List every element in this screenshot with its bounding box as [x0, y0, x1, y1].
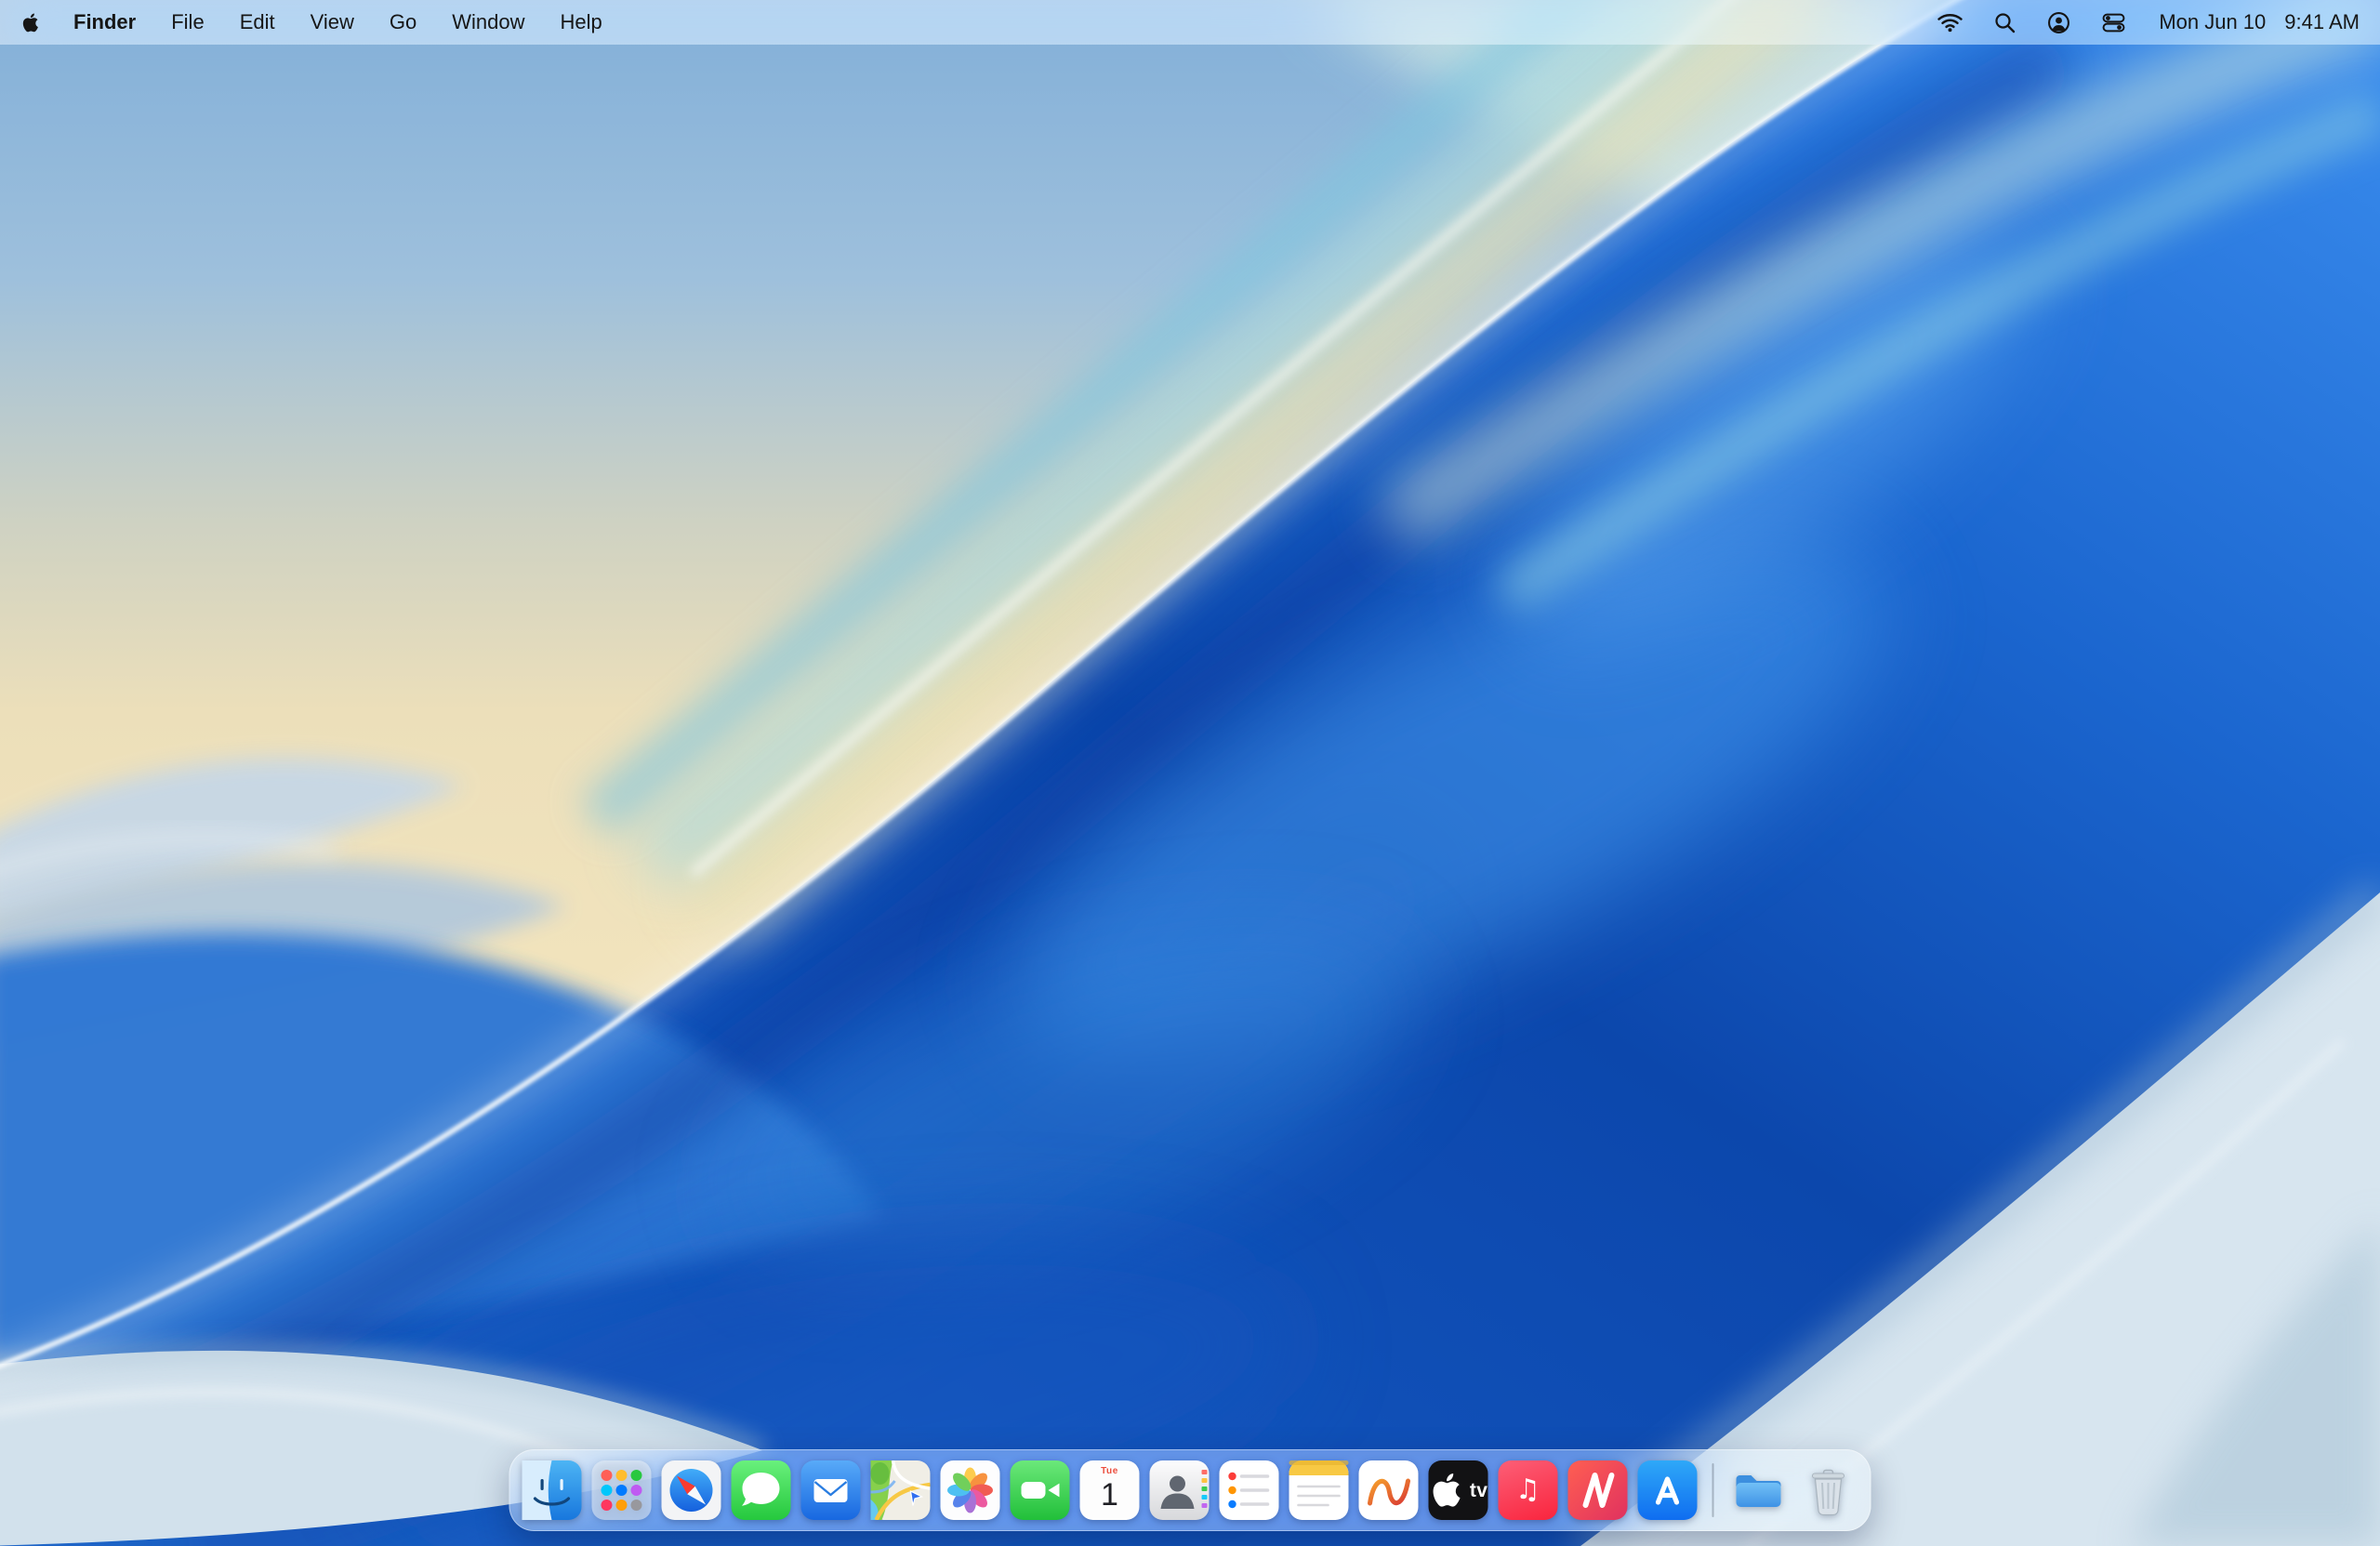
clock-time: 9:41 AM [2284, 10, 2360, 34]
desktop-wallpaper [0, 0, 2380, 1546]
dock-icon-contacts[interactable] [1150, 1460, 1210, 1520]
apple-menu[interactable] [20, 12, 42, 33]
dock-icon-safari[interactable] [662, 1460, 721, 1520]
dock-icon-news[interactable] [1568, 1460, 1628, 1520]
menu-item-finder[interactable]: Finder [73, 10, 136, 34]
menu-item-view[interactable]: View [311, 10, 354, 34]
spotlight-search-icon[interactable] [1994, 12, 2016, 33]
menu-item-edit[interactable]: Edit [240, 10, 275, 34]
menu-item-help[interactable]: Help [561, 10, 602, 34]
maps-icon [871, 1460, 931, 1520]
menu-item-window[interactable]: Window [452, 10, 524, 34]
contacts-icon [1150, 1460, 1210, 1520]
apple-icon [20, 12, 42, 33]
dock-icon-messages[interactable] [732, 1460, 791, 1520]
dock-icon-notes[interactable] [1289, 1460, 1349, 1520]
menu-bar-clock[interactable]: Mon Jun 10 9:41 AM [2159, 10, 2360, 34]
dock-icon-freeform[interactable] [1359, 1460, 1419, 1520]
wallpaper-art [0, 0, 2380, 1546]
news-icon [1568, 1460, 1628, 1520]
dock-icon-launchpad[interactable] [592, 1460, 652, 1520]
dock: Tue 1 [509, 1449, 1871, 1531]
dock-icon-calendar[interactable]: Tue 1 [1080, 1460, 1140, 1520]
dock-icon-facetime[interactable] [1011, 1460, 1070, 1520]
dock-icon-trash[interactable] [1799, 1460, 1858, 1520]
menu-bar: Finder File Edit View Go Window Help [0, 0, 2380, 45]
dock-icon-finder[interactable] [522, 1460, 582, 1520]
notes-icon [1289, 1460, 1349, 1520]
user-switch-icon[interactable] [2047, 11, 2070, 34]
mail-icon [801, 1460, 861, 1520]
apple-icon [1429, 1460, 1467, 1520]
music-note-icon: ♫ [1515, 1476, 1540, 1504]
dock-icon-maps[interactable] [871, 1460, 931, 1520]
dock-icon-mail[interactable] [801, 1460, 861, 1520]
menu-item-go[interactable]: Go [390, 10, 416, 34]
reminders-icon [1220, 1460, 1279, 1520]
calendar-weekday-label: Tue [1101, 1467, 1118, 1476]
app-store-icon [1638, 1460, 1698, 1520]
facetime-icon [1011, 1460, 1070, 1520]
freeform-icon [1359, 1460, 1419, 1520]
dock-icon-reminders[interactable] [1220, 1460, 1279, 1520]
clock-date: Mon Jun 10 [2159, 10, 2266, 34]
dock-divider [1712, 1463, 1714, 1517]
messages-icon [732, 1460, 791, 1520]
launchpad-icon [592, 1460, 652, 1520]
dock-icon-music[interactable]: ♫ [1499, 1460, 1558, 1520]
photos-icon [941, 1460, 1000, 1520]
folder-icon [1729, 1460, 1789, 1520]
menu-bar-right: Mon Jun 10 9:41 AM [1937, 10, 2360, 34]
control-center-icon[interactable] [2102, 11, 2125, 34]
dock-icon-app-store[interactable] [1638, 1460, 1698, 1520]
finder-icon [522, 1460, 582, 1520]
wifi-icon[interactable] [1937, 12, 1963, 33]
menu-bar-left: Finder File Edit View Go Window Help [20, 10, 602, 34]
trash-icon [1799, 1460, 1858, 1520]
calendar-day-number: 1 [1101, 1479, 1118, 1511]
dock-icon-apple-tv[interactable]: tv [1429, 1460, 1488, 1520]
safari-icon [662, 1460, 721, 1520]
tv-label: tv [1470, 1481, 1488, 1500]
dock-icon-photos[interactable] [941, 1460, 1000, 1520]
menu-item-file[interactable]: File [171, 10, 204, 34]
dock-icon-downloads-folder[interactable] [1729, 1460, 1789, 1520]
